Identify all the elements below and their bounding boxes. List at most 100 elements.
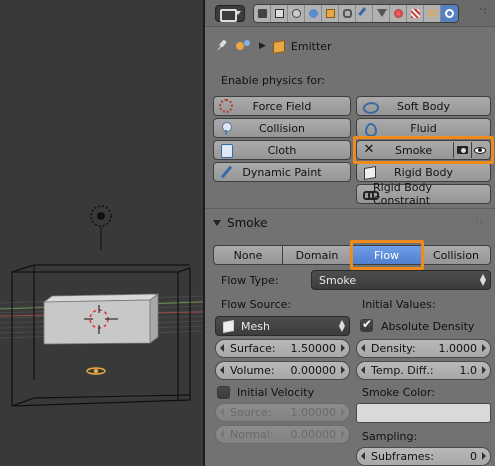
rigid-body-icon <box>362 165 376 179</box>
3d-viewport[interactable] <box>0 0 203 466</box>
absolute-density-checkbox[interactable] <box>360 317 373 332</box>
increment-arrow-icon <box>341 430 345 438</box>
collapse-triangle-icon <box>213 220 221 226</box>
normal-field: Normal: 0.00000 <box>215 425 350 444</box>
decrement-arrow-icon[interactable] <box>220 366 224 374</box>
surface-label: Surface: <box>230 342 276 355</box>
subframes-field[interactable]: Subframes: 0 <box>356 447 491 466</box>
object-cube-icon <box>272 40 285 53</box>
object-origin <box>86 367 106 375</box>
enable-physics-label: Enable physics for: <box>221 74 326 87</box>
rigid-body-button[interactable]: Rigid Body <box>356 162 491 182</box>
smoke-label: Smoke <box>395 143 433 157</box>
normal-label: Normal: <box>230 428 274 441</box>
increment-arrow-icon[interactable] <box>341 344 345 352</box>
temp-diff-value: 1.0 <box>459 364 478 377</box>
properties-editor: ▶ Emitter Enable physics for: Force Fiel… <box>205 0 495 466</box>
remove-x-icon[interactable]: ✕ <box>362 143 376 157</box>
subframes-label: Subframes: <box>371 450 434 463</box>
flow-source-value: Mesh <box>241 319 270 333</box>
dynamic-paint-button[interactable]: Dynamic Paint <box>213 162 351 182</box>
render-toggle-camera-icon[interactable] <box>453 142 470 158</box>
force-field-label: Force Field <box>252 99 312 113</box>
type-flow-button[interactable]: Flow <box>351 245 421 265</box>
flow-source-dropdown[interactable]: Mesh ▲ ▼ <box>215 316 350 336</box>
decrement-arrow-icon[interactable] <box>361 366 365 374</box>
decrement-arrow-icon[interactable] <box>220 344 224 352</box>
decrement-arrow-icon[interactable] <box>361 344 365 352</box>
collision-label: Collision <box>258 121 306 135</box>
initial-velocity-label: Initial Velocity <box>237 386 315 399</box>
smoke-button[interactable]: ✕ Smoke <box>356 140 491 160</box>
drag-handle-icon[interactable] <box>475 218 485 228</box>
decrement-arrow-icon[interactable] <box>361 452 365 460</box>
pin-icon[interactable] <box>215 39 229 53</box>
constraints-tab-icon[interactable] <box>339 5 356 22</box>
world-tab-icon[interactable] <box>305 5 322 22</box>
force-field-button[interactable]: Force Field <box>213 96 351 116</box>
cloth-label: Cloth <box>267 143 297 157</box>
source-field: Source: 1.00000 <box>215 403 350 422</box>
object-tab-icon[interactable] <box>322 5 339 22</box>
area-corner-icon[interactable] <box>480 8 486 14</box>
surface-field[interactable]: Surface: 1.50000 <box>215 339 350 358</box>
volume-field[interactable]: Volume: 0.00000 <box>215 361 350 380</box>
temp-diff-label: Temp. Diff.: <box>371 364 434 377</box>
density-label: Density: <box>371 342 416 355</box>
temp-diff-field[interactable]: Temp. Diff.: 1.0 <box>356 361 491 380</box>
surface-value: 1.50000 <box>290 342 337 355</box>
scene-object-icon <box>235 39 253 53</box>
smoke-panel-header[interactable]: Smoke <box>213 214 268 232</box>
dynamic-paint-icon <box>219 165 233 179</box>
volume-value: 0.00000 <box>290 364 337 377</box>
updown-arrows-icon: ▲ ▼ <box>479 272 486 287</box>
flow-type-dropdown[interactable]: Smoke ▲ ▼ <box>311 270 491 290</box>
soft-body-button[interactable]: Soft Body <box>356 96 491 116</box>
subframes-value: 0 <box>470 450 477 463</box>
render-layers-tab-icon[interactable] <box>271 5 288 22</box>
particles-tab-icon[interactable] <box>424 5 441 22</box>
cloth-button[interactable]: Cloth <box>213 140 351 160</box>
force-field-icon <box>219 99 233 113</box>
initial-velocity-checkbox[interactable] <box>217 386 230 399</box>
source-label: Source: <box>230 406 272 419</box>
viewport-scene <box>0 205 203 407</box>
modifiers-tab-icon[interactable] <box>356 5 373 22</box>
fluid-icon <box>362 121 377 137</box>
object-name: Emitter <box>290 39 332 53</box>
increment-arrow-icon[interactable] <box>482 452 486 460</box>
increment-arrow-icon[interactable] <box>341 366 345 374</box>
editor-type-button[interactable] <box>215 5 245 22</box>
lamp-object <box>90 205 112 250</box>
smoke-type-selector: None Domain Flow Collision <box>213 245 491 265</box>
smoke-color-swatch[interactable] <box>356 403 491 423</box>
fluid-label: Fluid <box>410 121 437 135</box>
context-tabs <box>253 4 459 23</box>
viewport-toggle-eye-icon[interactable] <box>471 142 488 158</box>
rigid-body-label: Rigid Body <box>394 165 453 179</box>
texture-tab-icon[interactable] <box>407 5 424 22</box>
absolute-density-label: Absolute Density <box>381 320 475 333</box>
material-tab-icon[interactable] <box>390 5 407 22</box>
physics-tab-icon[interactable] <box>441 5 458 22</box>
collision-icon <box>219 121 233 135</box>
increment-arrow-icon[interactable] <box>482 344 486 352</box>
breadcrumb: ▶ Emitter <box>215 37 332 55</box>
data-tab-icon[interactable] <box>373 5 390 22</box>
flow-source-label: Flow Source: <box>221 298 292 311</box>
density-field[interactable]: Density: 1.0000 <box>356 339 491 358</box>
rigid-body-constraint-button[interactable]: Rigid Body Constraint <box>356 181 491 207</box>
fluid-button[interactable]: Fluid <box>356 118 491 138</box>
type-none-button[interactable]: None <box>213 245 282 265</box>
soft-body-label: Soft Body <box>397 99 450 113</box>
collision-button[interactable]: Collision <box>213 118 351 138</box>
flow-type-value: Smoke <box>319 273 357 287</box>
increment-arrow-icon[interactable] <box>482 366 486 374</box>
normal-value: 0.00000 <box>290 428 337 441</box>
sampling-label: Sampling: <box>362 430 418 443</box>
panel-separator <box>205 208 495 209</box>
render-tab-icon[interactable] <box>254 5 271 22</box>
type-domain-button[interactable]: Domain <box>282 245 351 265</box>
scene-tab-icon[interactable] <box>288 5 305 22</box>
type-collision-button[interactable]: Collision <box>421 245 491 265</box>
